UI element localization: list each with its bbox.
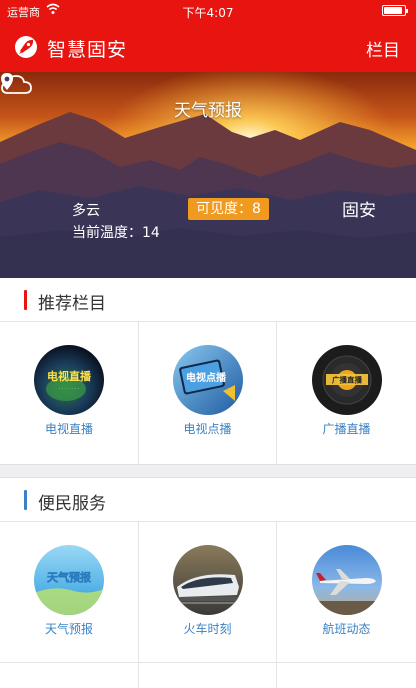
radio-live-overlay: 广播直播 — [332, 375, 362, 385]
tv-vod-overlay: 电视点播 — [186, 371, 227, 384]
weather-forecast-icon: 天气预报 — [34, 545, 104, 615]
temperature-value: 14 — [142, 225, 160, 241]
radio-live-icon: 广播直播 — [311, 345, 382, 415]
section-title-services: 便民服务 — [38, 494, 106, 514]
weather-condition: 多云 — [72, 203, 100, 219]
grid-item-partial[interactable] — [139, 663, 277, 688]
visibility-badge: 可见度：8 — [188, 198, 269, 220]
grid-item-label: 航班动态 — [322, 622, 371, 636]
grid-item-label: 电视直播 — [44, 422, 93, 436]
status-time: 下午4:07 — [182, 6, 234, 20]
section-title-recommended: 推荐栏目 — [38, 294, 106, 314]
top-bar: 运营商 下午4:07 智慧固安 栏目 — [0, 0, 416, 72]
tv-vod-icon: 电视点播 — [172, 345, 243, 415]
grid-item-flight-status[interactable]: 航班动态 — [277, 522, 416, 662]
tv-live-icon: 电视直播 · · · · · · · — [34, 345, 104, 415]
banner-title: 天气预报 — [174, 101, 242, 121]
section-accent-bar — [24, 290, 27, 310]
section-accent-bar — [24, 490, 27, 510]
weather-banner[interactable]: 天气预报 多云 当前温度：14 可见度：8 固安 — [0, 72, 416, 278]
navbar: 智慧固安 栏目 — [0, 21, 416, 72]
train-schedule-icon — [172, 545, 243, 615]
recommended-section-header: 推荐栏目 — [0, 278, 416, 322]
grid-item-tv-vod[interactable]: 电视点播 电视点播 — [139, 322, 277, 464]
app-title: 智慧固安 — [47, 39, 128, 61]
grid-item-train-schedule[interactable]: 火车时刻 — [139, 522, 277, 662]
next-row-partial — [0, 662, 416, 688]
rocket-logo-icon — [15, 36, 37, 58]
weather-forecast-overlay: 天气预报 — [47, 570, 92, 584]
temperature-label: 当前温度： — [72, 225, 142, 241]
menu-button[interactable]: 栏目 — [366, 36, 400, 61]
services-grid: 天气预报 天气预报 火车时刻 航班动态 — [0, 522, 416, 662]
grid-item-label: 天气预报 — [44, 622, 93, 636]
grid-item-label: 电视点播 — [183, 422, 232, 436]
location-name: 固安 — [342, 201, 376, 221]
grid-item-label: 广播直播 — [322, 422, 371, 436]
grid-item-radio-live[interactable]: 广播直播 广播直播 — [277, 322, 416, 464]
svg-text:· · · · · · ·: · · · · · · · — [59, 386, 80, 392]
services-section-header: 便民服务 — [0, 478, 416, 522]
flight-status-icon — [311, 545, 382, 615]
current-temperature: 当前温度：14 — [72, 222, 160, 242]
battery-level — [384, 7, 402, 14]
map-pin-icon — [1, 73, 13, 90]
grid-item-partial[interactable] — [0, 663, 139, 688]
grid-item-label: 火车时刻 — [183, 622, 232, 636]
battery-icon — [382, 5, 408, 16]
grid-item-weather-forecast[interactable]: 天气预报 天气预报 — [0, 522, 139, 662]
grid-item-tv-live[interactable]: 电视直播 · · · · · · · 电视直播 — [0, 322, 139, 464]
recommended-grid: 电视直播 · · · · · · · 电视直播 电视点播 电视点播 广播直播 广… — [0, 322, 416, 464]
tv-live-overlay: 电视直播 — [47, 369, 92, 383]
section-divider — [0, 464, 416, 478]
status-bar: 运营商 下午4:07 — [0, 0, 416, 21]
